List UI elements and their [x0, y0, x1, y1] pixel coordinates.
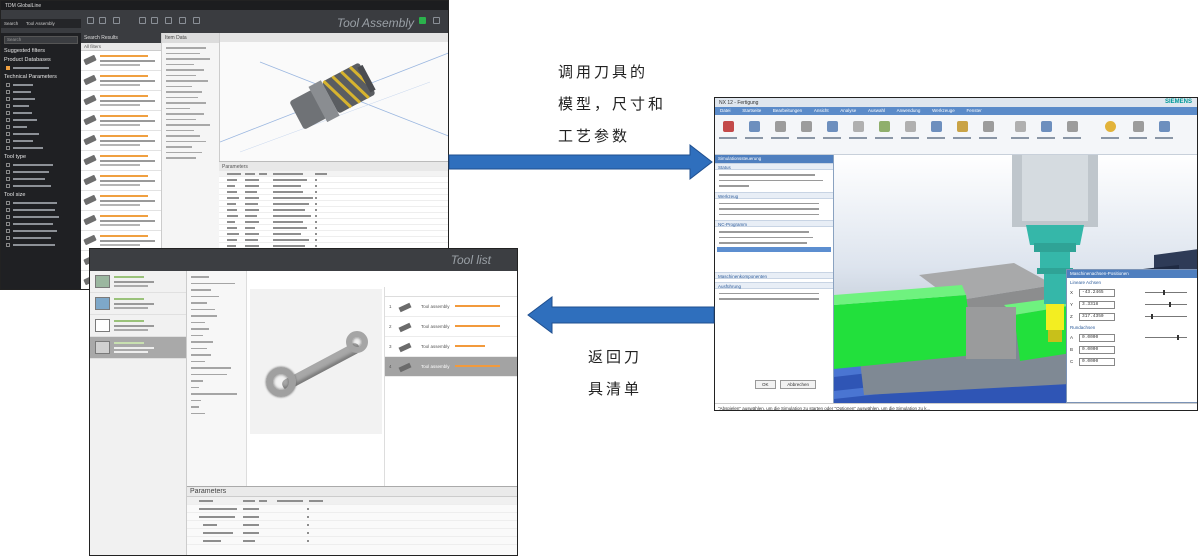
caption-return-tool-list: 返回刀 具清单	[588, 341, 648, 405]
caption-line: 调用刀具的	[558, 63, 649, 81]
caption-line: 具清单	[588, 380, 643, 398]
arrow-back-to-tool-list	[527, 296, 715, 334]
caption-line: 模型，尺寸和	[558, 95, 667, 113]
caption-call-tool-data: 调用刀具的 模型，尺寸和 工艺参数	[558, 56, 668, 152]
caption-line: 工艺参数	[558, 127, 631, 145]
caption-line: 返回刀	[588, 348, 643, 366]
